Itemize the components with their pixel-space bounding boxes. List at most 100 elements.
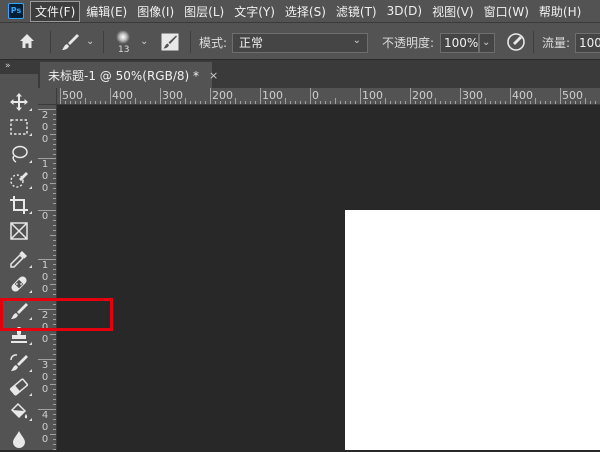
ruler-tick (250, 101, 251, 104)
ruler-label: 0 (41, 171, 49, 182)
ruler-label: 2 (41, 110, 49, 121)
paint-bucket-tool[interactable] (0, 399, 38, 425)
menu-file[interactable]: 文件(F) (30, 0, 81, 22)
ruler-tick (360, 88, 361, 104)
separator (103, 31, 104, 53)
ruler-tick (260, 88, 261, 104)
close-icon[interactable]: × (209, 69, 218, 82)
ruler-tick (53, 369, 56, 370)
ruler-tick (160, 88, 161, 104)
ruler-tick (50, 134, 56, 135)
flow-input[interactable]: 100 (575, 33, 600, 53)
ruler-label: 1 (41, 260, 49, 271)
eraser-tool[interactable] (0, 374, 38, 400)
ruler-tick (310, 88, 311, 104)
ruler-tick (53, 193, 56, 194)
quick-selection-icon (10, 172, 28, 188)
home-icon[interactable] (18, 32, 36, 53)
ruler-tick (340, 101, 341, 104)
blend-mode-select[interactable]: 正常 ⌄ (232, 33, 368, 53)
ruler-label: 500 (62, 89, 83, 102)
canvas-workspace[interactable] (57, 105, 600, 450)
ruler-tick (545, 101, 546, 104)
rectangular-marquee-icon (10, 119, 28, 135)
ruler-tick (590, 101, 591, 104)
menu-filter[interactable]: 滤镜(T) (332, 2, 381, 21)
paint-bucket-icon (10, 402, 28, 419)
ruler-label: 300 (462, 89, 483, 102)
ruler-tick (53, 414, 56, 415)
highlight-box (0, 298, 113, 331)
ruler-tick (400, 101, 401, 104)
lasso-icon (12, 145, 28, 163)
opacity-value: 100% (444, 36, 479, 50)
brush-tip-preview[interactable] (116, 30, 130, 44)
ruler-tick (53, 149, 56, 150)
ruler-tick (305, 101, 306, 104)
lasso-tool[interactable] (0, 141, 38, 167)
ruler-origin[interactable] (38, 88, 57, 105)
ruler-tick (53, 178, 56, 179)
ruler-tick (460, 88, 461, 104)
vertical-ruler[interactable]: 2001000100200300400 (38, 105, 57, 450)
menu-help[interactable]: 帮助(H) (535, 2, 585, 21)
ruler-tick (53, 225, 56, 226)
photoshop-logo: Ps (8, 3, 24, 19)
ruler-label: 0 (41, 422, 49, 433)
menu-image[interactable]: 图像(I) (133, 2, 178, 21)
blur-tool[interactable] (0, 426, 38, 452)
ruler-tick (53, 339, 56, 340)
chevron-down-icon[interactable]: ⌄ (140, 36, 148, 47)
menu-edit[interactable]: 编辑(E) (82, 2, 131, 21)
ruler-label: 0 (41, 183, 49, 194)
document-canvas[interactable] (345, 210, 600, 450)
horizontal-ruler[interactable]: 005004003002001000100200300400500 (57, 88, 600, 105)
ruler-tick (490, 101, 491, 104)
ruler-tick (53, 374, 56, 375)
ruler-label: 400 (112, 89, 133, 102)
bandage-icon (11, 276, 27, 292)
ruler-tick (200, 101, 201, 104)
ruler-label: 0 (41, 122, 49, 133)
ruler-label: 0 (41, 272, 49, 283)
pressure-opacity-icon[interactable] (506, 32, 526, 55)
brush-settings-panel-icon[interactable] (161, 33, 179, 54)
ruler-label: 200 (412, 89, 433, 102)
ruler-tick (510, 88, 511, 104)
healing-brush-tool[interactable] (0, 271, 38, 297)
ruler-tick (53, 119, 56, 120)
ruler-tick (405, 101, 406, 104)
menu-layer[interactable]: 图层(L) (180, 2, 228, 21)
menu-view[interactable]: 视图(V) (428, 2, 478, 21)
menu-type[interactable]: 文字(Y) (230, 2, 279, 21)
chevron-down-icon[interactable]: ⌄ (86, 36, 94, 47)
ruler-tick (350, 101, 351, 104)
move-tool[interactable] (0, 89, 38, 115)
document-tab[interactable]: 未标题-1 @ 50%(RGB/8) * × (40, 62, 218, 88)
ruler-tick (90, 101, 91, 104)
eyedropper-tool[interactable] (0, 246, 38, 272)
opacity-dropdown-button[interactable]: ⌄ (479, 33, 495, 53)
history-brush-icon (10, 354, 28, 371)
menu-3d[interactable]: 3D(D) (383, 3, 426, 19)
ruler-tick (210, 88, 211, 104)
history-brush-tool[interactable] (0, 350, 38, 376)
opacity-input[interactable]: 100% (440, 33, 479, 53)
brush-preset-icon[interactable] (60, 32, 80, 55)
ruler-tick (53, 419, 56, 420)
marquee-tool[interactable] (0, 114, 38, 140)
ruler-tick (395, 101, 396, 104)
toolbar-collapse-button[interactable]: » (0, 60, 38, 74)
ruler-tick (390, 101, 391, 104)
crop-tool[interactable] (0, 192, 38, 218)
ruler-label: 100 (362, 89, 383, 102)
quick-selection-tool[interactable] (0, 167, 38, 193)
ruler-tick (60, 88, 61, 104)
ruler-tick (560, 88, 561, 104)
ruler-tick (53, 163, 56, 164)
ruler-label: 0 (41, 334, 49, 345)
menu-select[interactable]: 选择(S) (281, 2, 330, 21)
frame-tool[interactable] (0, 218, 38, 244)
menu-window[interactable]: 窗口(W) (480, 2, 533, 21)
ruler-tick (555, 101, 556, 104)
